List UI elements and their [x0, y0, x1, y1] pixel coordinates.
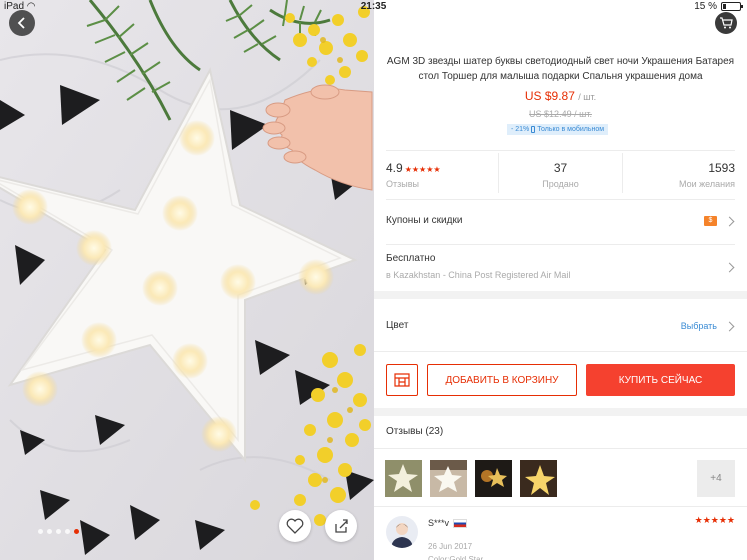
product-photo	[0, 0, 374, 560]
review-color: Color:Gold Star	[428, 555, 484, 560]
chevron-right-icon	[724, 321, 735, 332]
sold-value: 37	[553, 161, 568, 175]
divider	[386, 199, 735, 200]
battery-indicator: 15 %	[694, 1, 743, 12]
sold-label: Продано	[542, 179, 579, 189]
gallery-dot[interactable]	[38, 529, 43, 534]
wishlist-stat: 1593 Мои желания	[622, 153, 747, 193]
purchase-actions: ДОБАВИТЬ В КОРЗИНУ КУПИТЬ СЕЙЧАС	[386, 364, 735, 396]
coupons-row[interactable]: Купоны и скидки $	[386, 215, 735, 229]
store-button[interactable]	[386, 364, 418, 396]
user-avatar-icon	[391, 523, 413, 548]
russia-flag-icon	[453, 518, 468, 528]
divider	[386, 150, 735, 151]
review-stars: ★★★★★	[694, 515, 735, 525]
heart-icon	[286, 518, 304, 534]
chevron-right-icon	[724, 216, 735, 227]
gallery-dot[interactable]	[56, 529, 61, 534]
divider	[386, 244, 735, 245]
divider	[374, 506, 747, 507]
review-photo[interactable]	[520, 460, 557, 497]
section-gap	[374, 408, 747, 416]
wishlist-label: Мои желания	[679, 179, 736, 189]
rating-label: Отзывы	[386, 179, 419, 189]
battery-icon	[721, 2, 743, 11]
chevron-left-icon	[17, 17, 25, 29]
shipping-detail: в Kazakhstan - China Post Registered Air…	[386, 270, 571, 280]
product-details-panel: AGM 3D звезды шатер буквы светодиодный с…	[374, 0, 747, 560]
review-date: 26 Jun 2017	[428, 542, 473, 551]
divider	[374, 351, 747, 352]
review-photo-image	[385, 460, 422, 497]
add-to-cart-button[interactable]: ДОБАВИТЬ В КОРЗИНУ	[427, 364, 577, 396]
phone-icon	[531, 126, 536, 133]
store-icon	[394, 373, 410, 387]
review-photo[interactable]	[385, 460, 422, 497]
review-photo[interactable]	[475, 460, 512, 497]
rating-stars: ★★★★★	[404, 165, 441, 174]
rating-stat[interactable]: 4.9 ★★★★★ Отзывы	[374, 153, 498, 193]
review-photo-image	[475, 460, 512, 497]
sold-stat: 37 Продано	[497, 153, 623, 193]
section-gap	[374, 291, 747, 299]
buy-now-button[interactable]: КУПИТЬ СЕЙЧАС	[586, 364, 735, 396]
share-button[interactable]	[325, 510, 357, 542]
cart-icon	[720, 17, 733, 29]
divider	[374, 448, 747, 449]
gallery-dot[interactable]	[47, 529, 52, 534]
coupons-label: Купоны и скидки	[386, 215, 463, 226]
coupon-icon: $	[704, 216, 717, 226]
cart-button[interactable]	[715, 12, 737, 34]
review-photo[interactable]	[430, 460, 467, 497]
price-unit: / шт.	[578, 92, 597, 102]
status-time: 21:35	[360, 1, 387, 12]
product-stats: 4.9 ★★★★★ Отзывы 37 Продано 1593 Мои жела…	[374, 153, 747, 193]
mobile-discount-badge: - 21% Только в мобильном	[507, 124, 609, 135]
mobile-only-label: Только в мобильном	[537, 126, 605, 133]
color-label: Цвет	[386, 320, 409, 331]
wishlist-value: 1593	[708, 161, 736, 175]
color-row[interactable]: Цвет Выбрать	[386, 320, 735, 334]
discount-value: - 21%	[511, 126, 530, 133]
rating-value: 4.9	[386, 161, 403, 175]
shipping-label: Бесплатно	[386, 253, 436, 264]
shipping-row[interactable]: Бесплатно в Kazakhstan - China Post Regi…	[386, 253, 735, 283]
share-icon	[335, 519, 348, 533]
gallery-dot[interactable]	[74, 529, 79, 534]
avatar	[386, 516, 418, 548]
price-value: US $9.87	[524, 89, 575, 103]
wishlist-button[interactable]	[279, 510, 311, 542]
reviews-heading[interactable]: Отзывы (23)	[386, 426, 733, 440]
color-select-action: Выбрать	[680, 321, 717, 331]
gallery-dot[interactable]	[65, 529, 70, 534]
review-photo-image	[430, 460, 467, 497]
more-review-photos-button[interactable]: +4	[697, 460, 735, 497]
review-photos	[385, 460, 557, 497]
gallery-page-indicator	[38, 529, 79, 534]
review-photo-image	[520, 460, 557, 497]
product-image-gallery[interactable]	[0, 0, 374, 560]
product-title: AGM 3D звезды шатер буквы светодиодный с…	[386, 56, 735, 82]
product-price: US $9.87 / шт.	[374, 89, 747, 103]
reviewer-name: S***v	[428, 518, 468, 528]
old-price: US $12.49 / шт.	[529, 109, 592, 119]
status-bar: iPad ◠ 21:35 15 %	[0, 0, 747, 14]
